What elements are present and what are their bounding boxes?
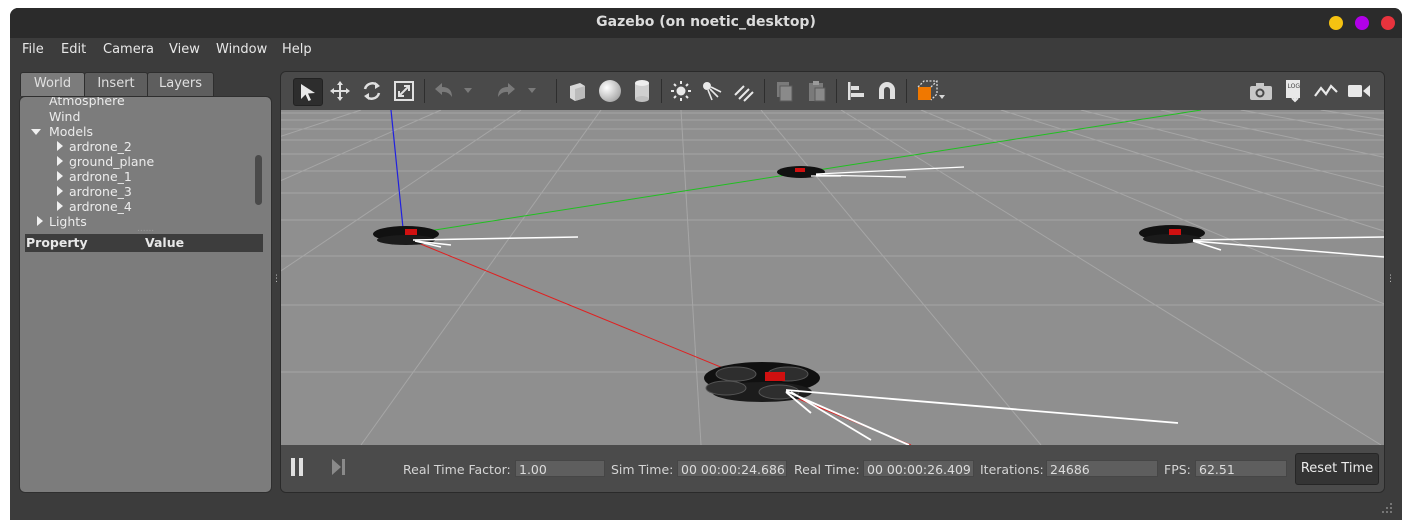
point-light-icon[interactable] [667,78,695,104]
tree-item-model[interactable]: ground_plane [69,154,154,169]
redo-dropdown-icon[interactable] [525,78,539,104]
collapsed-arrow-icon[interactable] [57,141,63,151]
scene-viewport: LOG Real Time Factor: 1.00 Sim Time: 00 … [280,71,1385,493]
window-title: Gazebo (on noetic_desktop) [596,14,816,30]
real-time-field: 00 00:00:26.409 [863,460,974,477]
collapsed-arrow-icon[interactable] [57,156,63,166]
svg-text:LOG: LOG [1288,83,1301,90]
tree-item-wind[interactable]: Wind [49,109,80,124]
undo-icon[interactable] [430,78,458,104]
sim-time-label: Sim Time: [611,462,674,477]
tab-world[interactable]: World [20,72,85,96]
splitter-handle[interactable]: ...... [137,224,154,234]
copy-icon[interactable] [770,78,798,104]
directional-light-icon[interactable] [730,78,758,104]
toolbar-separator [424,79,425,103]
paste-icon[interactable] [803,78,831,104]
plot-icon[interactable] [1312,78,1340,104]
align-icon[interactable] [842,78,870,104]
iterations-field: 24686 [1046,460,1158,477]
tree-scrollbar[interactable] [255,155,262,205]
sim-time-field: 00 00:00:24.686 [677,460,787,477]
collapsed-arrow-icon[interactable] [57,201,63,211]
cylinder-icon[interactable] [628,78,656,104]
box-icon[interactable] [563,78,591,104]
tree-item-model[interactable]: ardrone_3 [69,184,132,199]
snap-icon[interactable] [873,78,901,104]
toolbar-separator [556,79,557,103]
reset-time-button[interactable]: Reset Time [1295,453,1379,485]
menu-edit[interactable]: Edit [61,42,86,57]
world-tree: Atmosphere Wind Models ardrone_2 ground_… [20,97,255,229]
undo-dropdown-icon[interactable] [461,78,475,104]
3d-scene[interactable] [281,110,1384,445]
menu-view[interactable]: View [169,42,200,57]
collapsed-arrow-icon[interactable] [37,216,43,226]
menu-window[interactable]: Window [216,42,267,57]
tree-item-lights[interactable]: Lights [49,214,87,229]
menu-bar: File Edit Camera View Window Help [10,38,1402,62]
close-button[interactable] [1381,16,1395,30]
title-bar: Gazebo (on noetic_desktop) [10,8,1402,38]
panel-resize-handle[interactable]: ⋮ [1386,274,1395,284]
tree-item-model[interactable]: ardrone_2 [69,139,132,154]
tree-item-models[interactable]: Models [49,124,93,139]
menu-camera[interactable]: Camera [103,42,154,57]
menu-file[interactable]: File [22,42,44,57]
redo-icon[interactable] [492,78,520,104]
col-property: Property [26,235,88,250]
real-time-label: Real Time: [794,462,860,477]
real-time-factor-field: 1.00 [515,460,605,477]
rotate-icon[interactable] [358,78,386,104]
tab-insert[interactable]: Insert [84,72,148,97]
step-icon[interactable] [331,458,347,476]
menu-help[interactable]: Help [282,42,312,57]
scale-icon[interactable] [390,78,418,104]
sphere-icon[interactable] [596,78,624,104]
collapsed-arrow-icon[interactable] [57,186,63,196]
tree-item-atmosphere[interactable]: Atmosphere [49,97,125,108]
toolbar-separator [764,79,765,103]
select-arrow-icon[interactable] [293,78,323,106]
col-value: Value [145,235,185,250]
tab-layers[interactable]: Layers [147,72,214,97]
iterations-label: Iterations: [980,462,1044,477]
property-table-header: Property Value [25,234,263,252]
view-angle-icon[interactable] [913,78,947,104]
screenshot-icon[interactable] [1247,78,1275,104]
minimize-button[interactable] [1329,16,1343,30]
expanded-arrow-icon[interactable] [31,129,41,135]
translate-icon[interactable] [326,78,354,104]
simulation-status-bar: Real Time Factor: 1.00 Sim Time: 00 00:0… [281,445,1384,492]
fps-label: FPS: [1164,462,1191,477]
video-record-icon[interactable] [1345,78,1373,104]
fps-field: 62.51 [1195,460,1287,477]
toolbar-separator [661,79,662,103]
resize-grip-icon[interactable] [1381,499,1393,513]
toolbar-separator [836,79,837,103]
pause-icon[interactable] [291,458,305,476]
tree-item-model[interactable]: ardrone_1 [69,169,132,184]
log-icon[interactable]: LOG [1280,78,1308,104]
spot-light-icon[interactable] [698,78,726,104]
toolbar: LOG [281,72,1384,111]
maximize-button[interactable] [1355,16,1369,30]
real-time-factor-label: Real Time Factor: [403,462,511,477]
tree-item-model[interactable]: ardrone_4 [69,199,132,214]
collapsed-arrow-icon[interactable] [57,171,63,181]
toolbar-separator [906,79,907,103]
